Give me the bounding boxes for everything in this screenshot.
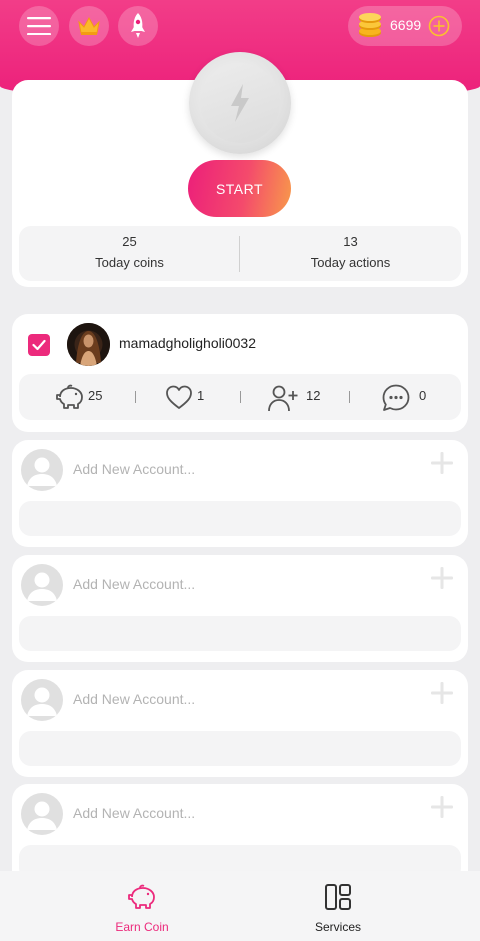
user-placeholder-icon (27, 457, 57, 486)
metric-separator (135, 391, 136, 403)
heart-icon (166, 385, 192, 409)
today-coins-label: Today coins (95, 255, 164, 270)
boost-button[interactable] (118, 6, 158, 46)
coin-balance-pill[interactable]: 6699 (348, 6, 462, 46)
metric-comments: 0 (419, 388, 427, 403)
account-checkbox[interactable] (28, 334, 50, 356)
account-metrics: 25 1 12 0 (19, 374, 461, 420)
start-button[interactable]: START (188, 160, 291, 217)
today-actions-label: Today actions (310, 255, 391, 270)
plus-icon[interactable] (430, 795, 454, 819)
metric-separator (240, 391, 241, 403)
check-icon (32, 339, 46, 351)
metric-follows: 12 (306, 388, 321, 403)
account-card[interactable]: mamadgholigholi0032 25 1 12 0 (12, 314, 468, 432)
coin-balance: 6699 (390, 17, 422, 33)
vip-button[interactable] (69, 6, 109, 46)
today-stats: 25 Today coins 13 Today actions (19, 226, 461, 281)
stat-today-actions: 13 Today actions (240, 234, 461, 270)
plus-icon[interactable] (430, 451, 454, 475)
coins-icon (359, 13, 381, 37)
empty-avatar (21, 449, 63, 491)
rocket-icon (131, 13, 145, 38)
bottom-navigation: Earn Coin Services (0, 871, 480, 941)
add-account-card[interactable]: Add New Account... (12, 440, 468, 547)
lightning-icon (231, 84, 249, 122)
account-username: mamadgholigholi0032 (119, 335, 256, 351)
add-account-card[interactable]: Add New Account... (12, 670, 468, 777)
energy-disc[interactable] (189, 52, 291, 154)
metric-coins: 25 (88, 388, 103, 403)
add-coins-icon[interactable] (428, 15, 450, 37)
profile-photo-icon (67, 323, 110, 366)
nav-services[interactable]: Services (218, 883, 458, 934)
nav-services-label: Services (314, 920, 361, 934)
crown-icon (78, 16, 100, 35)
today-actions-value: 13 (343, 234, 358, 249)
user-placeholder-icon (27, 801, 57, 830)
today-coins-value: 25 (122, 234, 137, 249)
add-account-placeholder: Add New Account... (73, 805, 196, 821)
energy-disc-inner (200, 63, 280, 143)
comment-icon (382, 384, 410, 411)
add-account-placeholder: Add New Account... (73, 691, 196, 707)
hamburger-icon (27, 17, 51, 35)
empty-metrics-bar (19, 501, 461, 536)
empty-avatar (21, 679, 63, 721)
user-placeholder-icon (27, 572, 57, 601)
empty-metrics-bar (19, 731, 461, 766)
add-follower-icon (268, 385, 298, 412)
plus-icon[interactable] (430, 566, 454, 590)
add-account-card[interactable]: Add New Account... (12, 555, 468, 662)
user-placeholder-icon (27, 687, 57, 716)
avatar[interactable] (67, 323, 110, 366)
metric-separator (349, 391, 350, 403)
add-account-placeholder: Add New Account... (73, 461, 196, 477)
add-account-placeholder: Add New Account... (73, 576, 196, 592)
menu-button[interactable] (19, 6, 59, 46)
empty-avatar (21, 793, 63, 835)
metric-likes: 1 (197, 388, 205, 403)
stat-today-coins: 25 Today coins (19, 234, 240, 270)
plus-icon[interactable] (430, 681, 454, 705)
piggy-bank-icon (56, 384, 83, 409)
piggy-bank-icon (128, 884, 155, 909)
empty-metrics-bar (19, 616, 461, 651)
empty-avatar (21, 564, 63, 606)
services-grid-icon (325, 884, 351, 910)
